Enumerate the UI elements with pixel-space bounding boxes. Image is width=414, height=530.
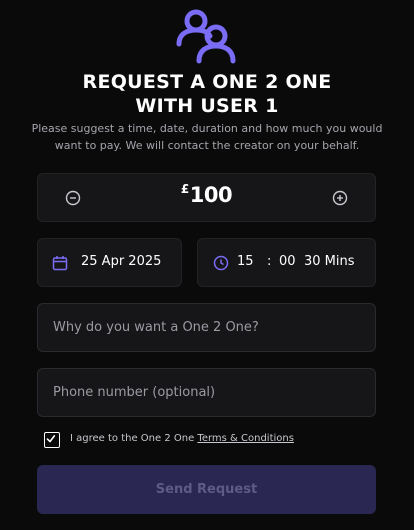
page-title-line1: REQUEST A ONE 2 ONE	[82, 71, 332, 93]
check-icon	[46, 435, 56, 443]
page-title-line2: WITH USER 1	[135, 95, 279, 117]
agree-checkbox[interactable]	[44, 432, 60, 448]
agree-label: I agree to the One 2 One Terms & Conditi…	[70, 433, 294, 444]
price-value: £100	[38, 182, 375, 207]
page-subtitle: Please suggest a time, date, duration an…	[31, 122, 383, 152]
plus-circle-icon[interactable]	[331, 189, 349, 207]
agree-text: I agree to the One 2 One	[70, 433, 195, 444]
duration-select[interactable]: 30 Mins	[304, 254, 355, 269]
reason-input[interactable]	[37, 303, 376, 352]
phone-input[interactable]	[37, 368, 376, 417]
time-minute-select[interactable]: 00	[279, 254, 296, 269]
one2one-request-page: REQUEST A ONE 2 ONE WITH USER 1 Please s…	[0, 0, 414, 530]
date-picker[interactable]: 25 Apr 2025	[37, 238, 182, 287]
calendar-icon	[52, 256, 68, 271]
price-stepper: £100	[37, 173, 376, 222]
send-request-button[interactable]: Send Request	[37, 465, 376, 514]
clock-icon	[213, 255, 229, 271]
date-value: 25 Apr 2025	[81, 254, 162, 269]
price-currency: £	[180, 182, 189, 196]
price-amount: 100	[189, 183, 233, 207]
time-separator: :	[267, 254, 272, 269]
terms-link[interactable]: Terms & Conditions	[197, 433, 294, 444]
users-icon	[176, 9, 236, 64]
time-hour-select[interactable]: 15	[237, 254, 254, 269]
time-picker: 15 : 00 30 Mins	[197, 238, 376, 287]
page-title: REQUEST A ONE 2 ONE WITH USER 1	[0, 70, 414, 118]
